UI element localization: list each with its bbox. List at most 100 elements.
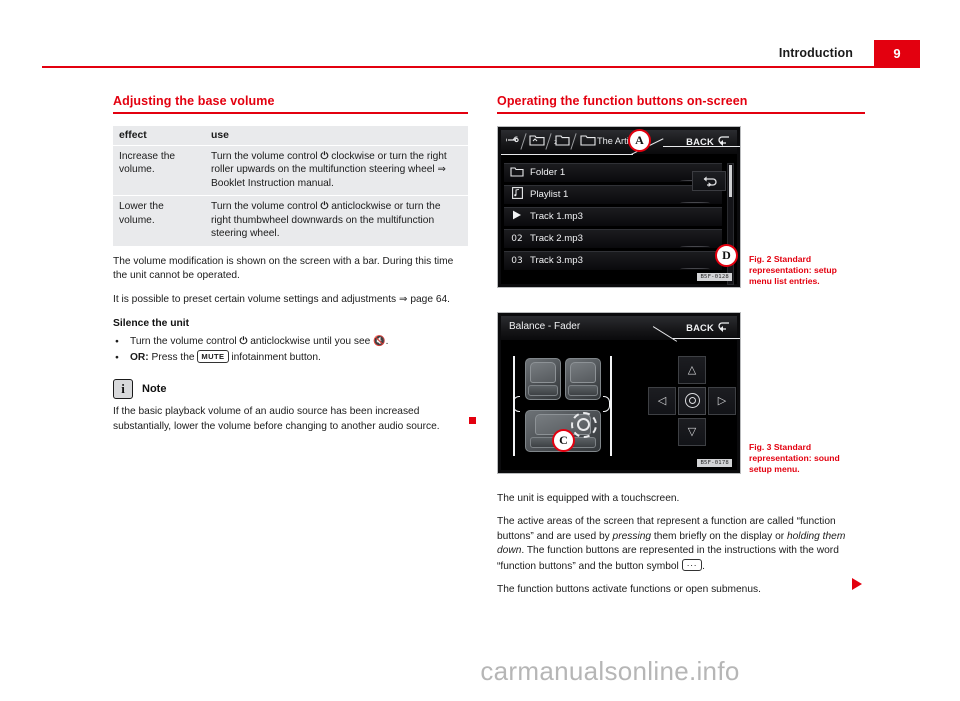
right-paragraph-1: The unit is equipped with a touchscreen. [497, 492, 680, 504]
sheen-line-left [501, 153, 633, 155]
back-arrow-icon [718, 321, 730, 334]
track-number: 02 [511, 233, 523, 244]
back-arrow-icon [718, 135, 730, 148]
folder-up-icon[interactable] [529, 134, 545, 148]
right-section-title: Operating the function buttons on-screen [497, 94, 748, 108]
dpad-left-button[interactable]: ◁ [648, 386, 676, 415]
breadcrumb-folder-up2: 2 [554, 134, 570, 148]
topbar-sheen [501, 137, 740, 163]
seat-back [570, 361, 596, 383]
breadcrumb-folder-up [529, 134, 545, 148]
dpad-down-button[interactable]: ▽ [678, 417, 706, 446]
list-item[interactable]: Track 1.mp3 [504, 206, 722, 227]
bullet-text-post: . [385, 336, 389, 348]
usb-icon[interactable] [506, 134, 521, 147]
infotainment-screen-menu-list: 2 The Artist BACK Folder 1 Playlist 1 Tr… [497, 125, 741, 288]
note-heading: i Note [113, 379, 468, 400]
topbar-sheen [501, 325, 740, 349]
playlist-icon [504, 187, 530, 202]
scrollbar-thumb[interactable] [729, 164, 732, 197]
table-header-row: effect use [113, 125, 468, 146]
table-row: Lower the volume. Turn the volume contro… [113, 195, 468, 246]
svg-text:2: 2 [554, 140, 557, 146]
table-row: Increase the volume. Turn the volume con… [113, 145, 468, 197]
end-of-section-marker [469, 417, 476, 424]
table-cell-use: Turn the volume control ⏻ clockwise or t… [205, 145, 468, 197]
use-text-pre: Turn the volume control [211, 201, 321, 213]
right-column: Operating the function buttons on-screen [497, 94, 865, 598]
list-item-label: Playlist 1 [530, 189, 569, 201]
note-block: i Note If the basic playback volume of a… [113, 379, 468, 434]
info-icon: i [113, 379, 133, 400]
track-number: 03 [511, 255, 523, 266]
para2-part-b: them briefly on the display or [651, 530, 787, 542]
list-item[interactable]: 03 Track 3.mp3 [504, 250, 722, 271]
figure-3-caption: Fig. 3 Standard representation: sound se… [749, 441, 840, 475]
list-item-label: Track 2.mp3 [530, 233, 583, 245]
row-tab [680, 267, 710, 271]
list-item-label: Folder 1 [530, 167, 566, 179]
target-inner [688, 397, 696, 405]
seat-back [530, 361, 556, 383]
right-paragraph-3: The function buttons activate functions … [497, 584, 761, 596]
table-header-effect: effect [113, 125, 205, 146]
table-cell-effect: Increase the volume. [113, 145, 205, 197]
back-button[interactable]: BACK [686, 135, 730, 148]
figure-2: 2 The Artist BACK Folder 1 Playlist 1 Tr… [497, 125, 865, 288]
seat-front-right[interactable] [565, 357, 601, 400]
list-item-label: Track 1.mp3 [530, 211, 583, 223]
list-item[interactable]: Playlist 1 [504, 184, 722, 205]
table-header-use: use [205, 125, 468, 146]
bullet-or-prefix: OR: [130, 351, 149, 363]
callout-d: D [715, 243, 738, 267]
figure-2-caption: Fig. 2 Standard representation: setup me… [749, 253, 837, 287]
infotainment-screen-sound-setup: Balance - Fader BACK △ ◁ ▷ ▽ B5F-0178 [497, 311, 741, 474]
callout-c: C [552, 428, 575, 452]
page-header: Introduction 9 [0, 0, 960, 78]
silence-subheading: Silence the unit [113, 318, 190, 330]
function-button-symbol: ··· [681, 558, 703, 571]
mute-button-key: MUTE [197, 349, 229, 363]
figure-part-number: B5F-0178 [697, 458, 732, 467]
screen-inner: 2 The Artist BACK Folder 1 Playlist 1 Tr… [501, 129, 740, 285]
screen-inner: Balance - Fader BACK △ ◁ ▷ ▽ B5F-0178 [501, 315, 740, 470]
folder-icon [504, 166, 530, 180]
list-item: OR: Press the MUTE infotainment button. [113, 349, 468, 366]
list-item[interactable]: Folder 1 [504, 162, 722, 183]
back-label: BACK [686, 135, 714, 147]
continuation-arrow-icon [852, 578, 862, 590]
silence-bullet-list: Turn the volume control ⏻ anticlockwise … [113, 334, 468, 366]
folder-icon [580, 134, 597, 148]
bullet-text-post: infotainment button. [228, 351, 321, 363]
figure-part-number: B5F-0128 [697, 272, 732, 281]
repeat-icon[interactable] [692, 170, 726, 191]
cabin-right-wall [610, 355, 612, 456]
left-paragraph-1: The volume modification is shown on the … [113, 255, 454, 282]
manual-page: Introduction 9 Adjusting the base volume… [0, 0, 960, 701]
list-item: Turn the volume control ⏻ anticlockwise … [113, 334, 468, 350]
folder-up2-icon[interactable]: 2 [554, 134, 570, 148]
dpad-up-button[interactable]: △ [678, 355, 706, 384]
list-item-label: Track 3.mp3 [530, 255, 583, 267]
mute-speaker-icon: 🔇 [373, 336, 386, 348]
dpad-center-button[interactable] [678, 386, 706, 415]
target-icon [684, 393, 700, 409]
para2-part-c: . The function buttons are represented i… [497, 545, 839, 572]
seat-front-left[interactable] [525, 357, 561, 400]
bullet-text-pre: Press the [148, 351, 198, 363]
right-paragraph-2: The active areas of the screen that repr… [497, 515, 865, 574]
volume-table: effect use Increase the volume. Turn the… [113, 125, 468, 246]
back-label: BACK [686, 321, 714, 333]
back-button[interactable]: BACK [686, 321, 730, 334]
dpad-right-button[interactable]: ▷ [708, 386, 736, 415]
table-cell-use: Turn the volume control ⏻ anticlockwise … [205, 195, 468, 246]
row-tab [680, 245, 710, 249]
seat-base [568, 385, 598, 397]
bullet-text-pre: Turn the volume control [130, 336, 240, 348]
callout-a: A [628, 128, 651, 152]
watermark: carmanualsonline.info [0, 656, 960, 687]
breadcrumb [506, 134, 521, 147]
list-item[interactable]: 02 Track 2.mp3 [504, 228, 722, 249]
play-icon [504, 210, 530, 223]
para2-part-d: . [702, 560, 705, 572]
